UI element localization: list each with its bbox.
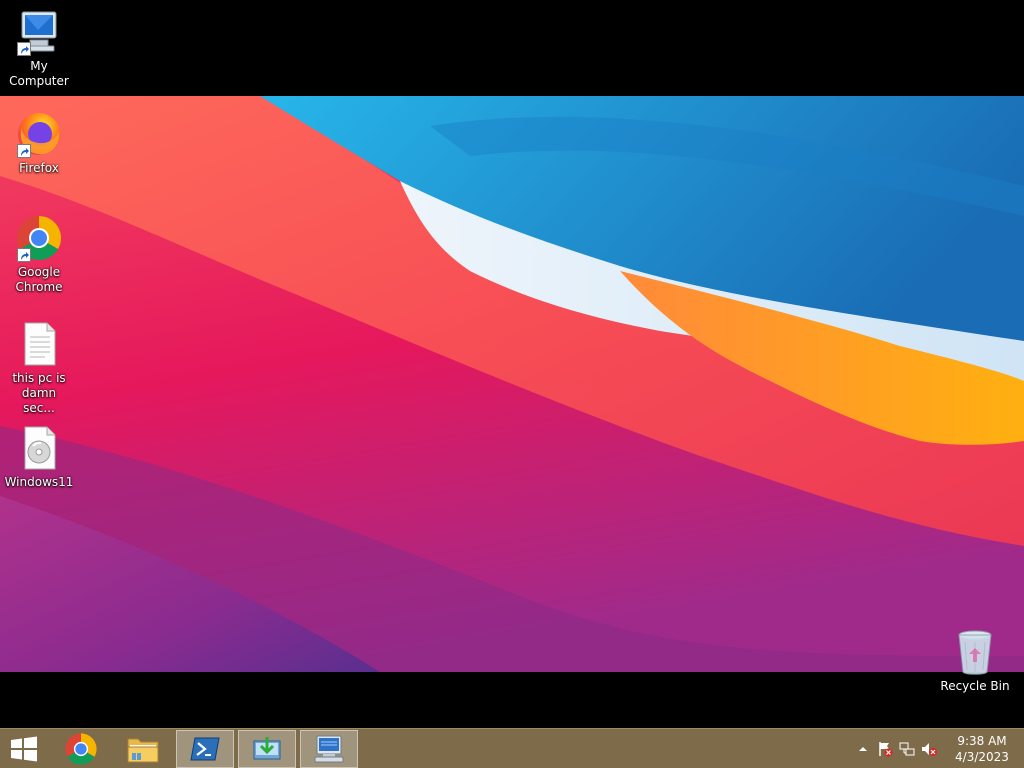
desktop-icon-label: Windows11	[4, 475, 74, 489]
desktop-icon-label: My Computer	[9, 59, 69, 88]
taskbar: 9:38 AM 4/3/2023	[0, 728, 1024, 768]
action-center-flag-icon[interactable]	[874, 738, 896, 760]
system-tray: 9:38 AM 4/3/2023	[852, 729, 1024, 768]
desktop-wallpaper[interactable]	[0, 96, 1024, 672]
taskbar-remote-desktop-button[interactable]	[300, 730, 358, 768]
firefox-icon	[15, 110, 63, 158]
taskbar-powershell-button[interactable]	[176, 730, 234, 768]
start-button[interactable]	[0, 730, 48, 768]
taskbar-chrome-button[interactable]	[52, 730, 110, 768]
taskbar-clock[interactable]: 9:38 AM 4/3/2023	[940, 733, 1024, 765]
download-installer-icon	[253, 737, 281, 760]
shortcut-arrow-icon	[17, 248, 31, 262]
disc-image-icon	[15, 424, 63, 472]
taskbar-installer-button[interactable]	[238, 730, 296, 768]
desktop-icon-label: Recycle Bin	[940, 679, 1010, 693]
show-hidden-icons-chevron-icon[interactable]	[852, 738, 874, 760]
clock-date: 4/3/2023	[955, 750, 1009, 764]
network-icon[interactable]	[896, 738, 918, 760]
desktop-icon-recycle-bin[interactable]: Recycle Bin	[936, 628, 1014, 694]
shortcut-arrow-icon	[17, 42, 31, 56]
desktop-icon-windows11[interactable]: Windows11	[0, 424, 78, 490]
desktop-icon-firefox[interactable]: Firefox	[0, 110, 78, 176]
recycle-bin-icon	[951, 628, 999, 676]
desktop-icon-google-chrome[interactable]: Google Chrome	[0, 214, 78, 295]
chrome-icon	[15, 214, 63, 262]
remote-desktop-icon	[314, 735, 344, 763]
computer-icon	[15, 8, 63, 56]
volume-muted-icon[interactable]	[918, 738, 940, 760]
folder-icon	[127, 738, 159, 763]
powershell-icon	[190, 737, 220, 761]
windows-logo-icon	[11, 736, 37, 762]
text-file-icon	[15, 320, 63, 368]
desktop-icon-label: Firefox	[19, 161, 59, 175]
clock-time: 9:38 AM	[957, 734, 1007, 748]
shortcut-arrow-icon	[17, 144, 31, 158]
desktop-icon-label: this pc is damn sec...	[12, 371, 66, 415]
desktop-icon-text-file[interactable]: this pc is damn sec...	[0, 320, 78, 416]
chrome-icon	[65, 733, 97, 765]
taskbar-file-explorer-button[interactable]	[114, 730, 172, 768]
desktop-icon-my-computer[interactable]: My Computer	[0, 8, 78, 89]
desktop-icon-label: Google Chrome	[15, 265, 63, 294]
